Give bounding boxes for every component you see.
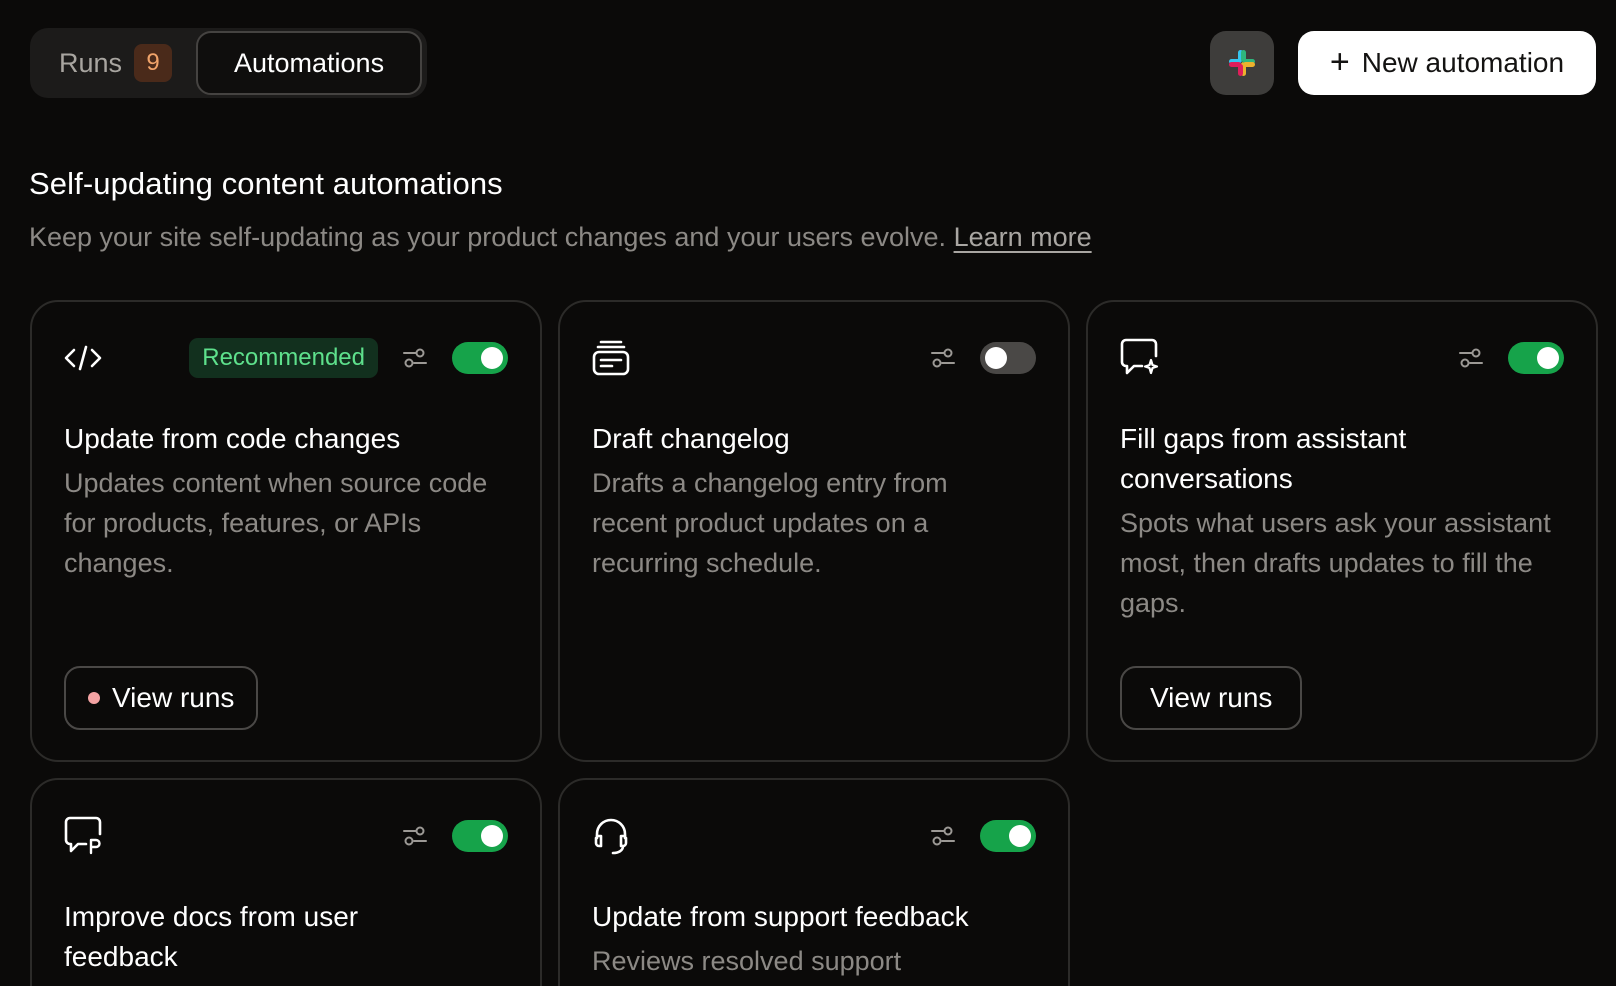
automation-card-user-feedback: Improve docs from user feedback	[30, 778, 542, 986]
runs-count-badge: 9	[134, 44, 173, 82]
settings-sliders-icon[interactable]	[402, 823, 428, 849]
card-title: Update from code changes	[64, 423, 401, 454]
automations-page: Runs 9 Automations + New automation Self…	[0, 0, 1616, 986]
settings-sliders-icon[interactable]	[930, 345, 956, 371]
chat-sparkle-icon	[1120, 338, 1160, 378]
section-title: Self-updating content automations	[29, 166, 503, 201]
changelog-icon	[592, 338, 632, 378]
card-title: Fill gaps from assistant conversations	[1120, 423, 1407, 494]
settings-sliders-icon[interactable]	[402, 345, 428, 371]
card-header	[592, 816, 1036, 856]
settings-sliders-icon[interactable]	[930, 823, 956, 849]
automation-card-code-changes: Recommended Update from code changes Upd…	[30, 300, 542, 762]
automation-card-support-feedback: Update from support feedback Reviews res…	[558, 778, 1070, 986]
plus-icon: +	[1329, 42, 1350, 81]
settings-sliders-icon[interactable]	[1458, 345, 1484, 371]
learn-more-link[interactable]: Learn more	[954, 222, 1092, 252]
card-description: Reviews resolved support	[592, 946, 902, 976]
view-tabs: Runs 9 Automations	[30, 28, 427, 98]
view-runs-button[interactable]: View runs	[1120, 666, 1303, 730]
enable-toggle[interactable]	[980, 342, 1036, 374]
enable-toggle[interactable]	[980, 820, 1036, 852]
card-header	[1120, 338, 1564, 378]
card-description: Drafts a changelog entry from recent pro…	[592, 468, 948, 578]
feedback-icon	[64, 816, 104, 856]
code-icon	[64, 338, 104, 378]
tab-automations[interactable]: Automations	[196, 31, 423, 95]
enable-toggle[interactable]	[452, 342, 508, 374]
card-description: Spots what users ask your assistant most…	[1120, 508, 1551, 618]
tab-automations-label: Automations	[233, 47, 385, 78]
enable-toggle[interactable]	[452, 820, 508, 852]
card-header	[64, 816, 508, 856]
slack-icon	[1229, 50, 1255, 76]
card-header	[592, 338, 1036, 378]
section-subtitle: Keep your site self-updating as your pro…	[29, 222, 1092, 253]
section-subtitle-text: Keep your site self-updating as your pro…	[29, 222, 947, 252]
tab-runs[interactable]: Runs 9	[34, 32, 196, 94]
headset-icon	[592, 816, 632, 856]
enable-toggle[interactable]	[1508, 342, 1564, 374]
status-dot	[88, 692, 100, 704]
card-description: Updates content when source code for pro…	[64, 468, 488, 578]
view-runs-button[interactable]: View runs	[64, 666, 259, 730]
automation-card-assistant-gaps: Fill gaps from assistant conversations S…	[1086, 300, 1598, 762]
new-automation-label: New automation	[1361, 47, 1565, 78]
card-header: Recommended	[64, 338, 508, 378]
slack-button[interactable]	[1210, 31, 1274, 95]
card-title: Improve docs from user feedback	[64, 901, 359, 972]
card-title: Draft changelog	[592, 423, 790, 454]
new-automation-button[interactable]: + New automation	[1298, 31, 1596, 95]
card-title: Update from support feedback	[592, 901, 969, 932]
view-runs-label: View runs	[1150, 682, 1273, 713]
view-runs-label: View runs	[112, 682, 235, 713]
automation-card-draft-changelog: Draft changelog Drafts a changelog entry…	[558, 300, 1070, 762]
tab-runs-label: Runs	[59, 47, 123, 78]
recommended-badge: Recommended	[189, 338, 378, 378]
